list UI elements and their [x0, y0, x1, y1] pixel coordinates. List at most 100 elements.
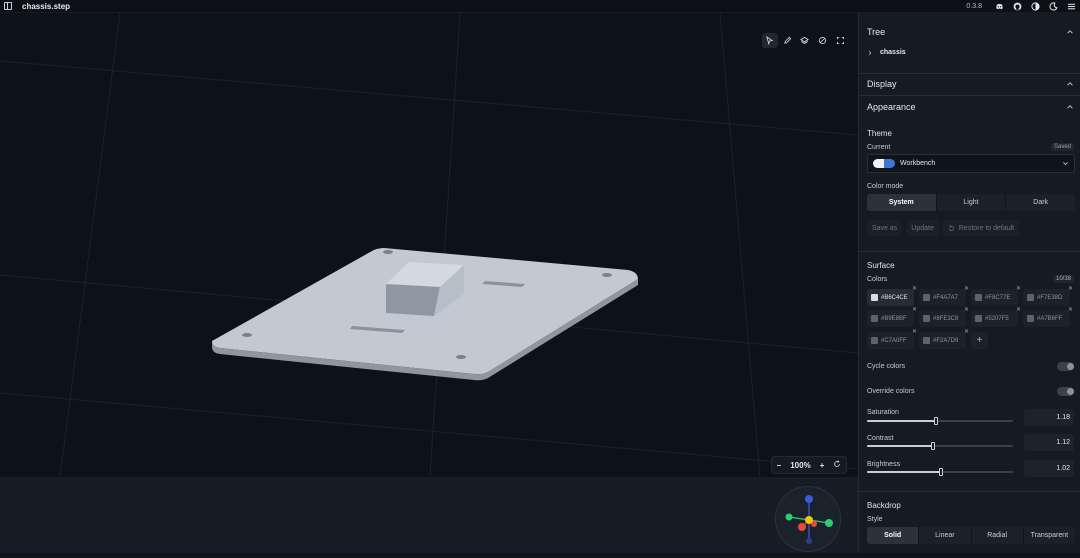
color-chip[interactable]: #F8C77E ✕ — [971, 286, 1021, 306]
contrast-label: Contrast — [867, 435, 894, 442]
update-button[interactable]: Update — [906, 220, 939, 236]
visibility-tool-button[interactable] — [815, 33, 831, 48]
discord-icon[interactable] — [995, 2, 1004, 11]
contrast-slider[interactable] — [867, 442, 1013, 450]
theme-actions: Save as Update Restore to default — [867, 220, 1020, 236]
slider-thumb[interactable] — [931, 442, 935, 450]
slider-thumb[interactable] — [939, 468, 943, 476]
chevron-right-icon[interactable] — [867, 50, 873, 56]
select-tool-button[interactable] — [762, 32, 778, 48]
color-chip[interactable]: #8FE3C8 ✕ — [919, 307, 969, 327]
zoom-out-button[interactable]: − — [777, 461, 782, 470]
github-icon[interactable] — [1013, 2, 1022, 11]
backdrop-style-solid[interactable]: Solid — [867, 527, 920, 544]
theme-label: Theme — [867, 129, 892, 138]
saturation-slider[interactable] — [867, 417, 1013, 425]
pen-icon — [784, 36, 792, 44]
layers-icon — [800, 36, 810, 44]
color-chip[interactable]: #B9E8BF ✕ — [867, 307, 917, 327]
remove-color-icon[interactable]: ✕ — [912, 328, 917, 335]
axis-gizmo-icon — [785, 495, 833, 544]
color-mode-dark[interactable]: Dark — [1006, 194, 1075, 211]
add-color-button[interactable]: + — [971, 332, 988, 349]
colors-count-badge: 10/38 — [1052, 275, 1074, 283]
color-mode-light[interactable]: Light — [937, 194, 1007, 211]
color-chip-label: #A7B6FF — [1037, 315, 1063, 322]
backdrop-style-transparent[interactable]: Transparent — [1024, 527, 1075, 544]
fit-icon — [836, 36, 844, 44]
remove-color-icon[interactable]: ✕ — [1068, 306, 1073, 313]
contrast-icon[interactable] — [1031, 2, 1040, 11]
restore-default-label: Restore to default — [958, 224, 1015, 232]
color-chip[interactable]: #B6C4CE ✕ — [867, 286, 917, 306]
file-title: chassis.step — [22, 1, 71, 11]
color-chip-label: #F8C77E — [985, 294, 1011, 301]
scene-canvas[interactable] — [0, 13, 858, 477]
brightness-slider[interactable] — [867, 468, 1013, 476]
remove-color-icon[interactable]: ✕ — [1016, 306, 1021, 313]
pen-tool-button[interactable] — [780, 33, 796, 48]
tree-section-header[interactable]: Tree — [867, 25, 885, 39]
zoom-level: 100% — [790, 460, 811, 470]
override-colors-toggle[interactable] — [1057, 387, 1074, 396]
menu-icon[interactable] — [1067, 2, 1076, 11]
color-swatch — [871, 337, 878, 344]
cycle-colors-label: Cycle colors — [867, 363, 906, 370]
brightness-input[interactable]: 1.02 — [1024, 460, 1074, 477]
moon-icon[interactable] — [1049, 2, 1058, 11]
theme-select[interactable]: Workbench — [867, 154, 1075, 173]
save-as-button[interactable]: Save as — [867, 220, 903, 236]
restore-default-button[interactable]: Restore to default — [942, 220, 1020, 236]
chevron-down-icon — [1063, 162, 1068, 166]
theme-swatch-icon — [873, 159, 895, 168]
zoom-in-button[interactable]: + — [820, 461, 825, 470]
color-chip[interactable]: #5207F5 ✕ — [971, 307, 1021, 327]
color-swatch — [923, 315, 930, 322]
chevron-up-icon[interactable] — [1066, 28, 1074, 36]
saturation-label: Saturation — [867, 409, 899, 416]
remove-color-icon[interactable]: ✕ — [964, 328, 969, 335]
cycle-colors-toggle[interactable] — [1057, 362, 1074, 371]
tree-item-chassis[interactable]: chassis — [867, 49, 906, 56]
remove-color-icon[interactable]: ✕ — [912, 306, 917, 313]
color-swatch — [975, 294, 982, 301]
reset-icon — [834, 460, 841, 467]
orientation-gizmo[interactable] — [775, 486, 841, 552]
tree-item-label: chassis — [880, 49, 906, 56]
remove-color-icon[interactable]: ✕ — [964, 306, 969, 313]
slider-thumb[interactable] — [934, 417, 938, 425]
color-chip[interactable]: #A7B6FF ✕ — [1023, 307, 1073, 327]
color-chip[interactable]: #C7A0FF ✕ — [867, 329, 917, 349]
chassis-model[interactable] — [212, 248, 638, 381]
color-mode-system[interactable]: System — [867, 194, 937, 211]
contrast-input[interactable]: 1.12 — [1024, 434, 1074, 451]
sidebar-icon[interactable] — [4, 2, 12, 10]
layers-tool-button[interactable] — [797, 33, 813, 48]
reset-view-button[interactable] — [833, 460, 841, 470]
fit-view-button[interactable] — [832, 33, 848, 48]
appearance-section-header[interactable]: Appearance — [867, 100, 916, 114]
backdrop-style-radial[interactable]: Radial — [972, 527, 1024, 544]
color-swatch — [871, 315, 878, 322]
color-chip[interactable]: #F2A7D9 ✕ — [919, 329, 969, 349]
backdrop-style-label: Style — [867, 516, 883, 523]
saturation-input[interactable]: 1.18 — [1024, 409, 1074, 426]
remove-color-icon[interactable]: ✕ — [1068, 285, 1073, 292]
title-bar: chassis.step 0.3.8 — [0, 0, 1080, 13]
3d-viewport[interactable] — [0, 13, 858, 477]
backdrop-style-linear[interactable]: Linear — [919, 527, 972, 544]
display-section-header[interactable]: Display — [867, 77, 897, 91]
color-chip-label: #B6C4CE — [881, 294, 908, 301]
color-chip-label: #F4A7A7 — [933, 294, 959, 301]
backdrop-style-segmented: Solid Linear Radial Transparent — [867, 527, 1075, 544]
chevron-up-icon[interactable] — [1066, 103, 1074, 111]
remove-color-icon[interactable]: ✕ — [912, 285, 917, 292]
grid-lines — [0, 13, 858, 477]
saved-badge: Saved — [1050, 143, 1074, 151]
color-chip[interactable]: #F7E38D ✕ — [1023, 286, 1073, 306]
remove-color-icon[interactable]: ✕ — [964, 285, 969, 292]
remove-color-icon[interactable]: ✕ — [1016, 285, 1021, 292]
chevron-up-icon[interactable] — [1066, 80, 1074, 88]
color-chip[interactable]: #F4A7A7 ✕ — [919, 286, 969, 306]
override-colors-label: Override colors — [867, 388, 915, 395]
